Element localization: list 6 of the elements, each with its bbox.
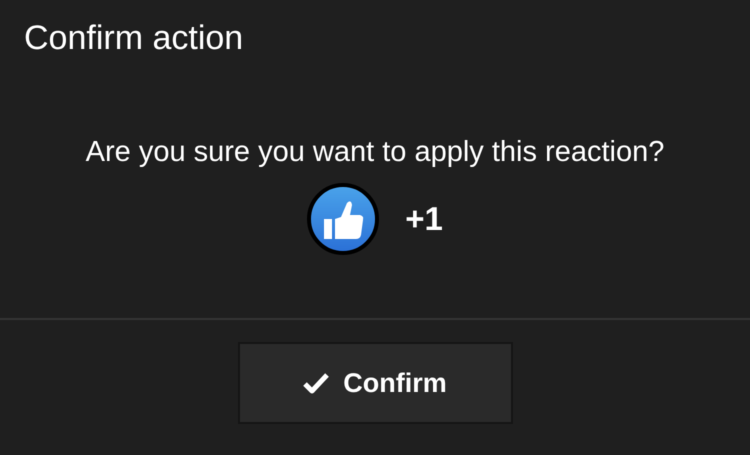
checkmark-icon [303,372,330,394]
dialog-title: Confirm action [24,18,244,58]
thumbs-up-icon [307,183,380,255]
confirm-message: Are you sure you want to apply this reaction? [86,136,664,169]
confirm-button[interactable]: Confirm [238,342,512,424]
reaction-count: +1 [405,200,443,238]
